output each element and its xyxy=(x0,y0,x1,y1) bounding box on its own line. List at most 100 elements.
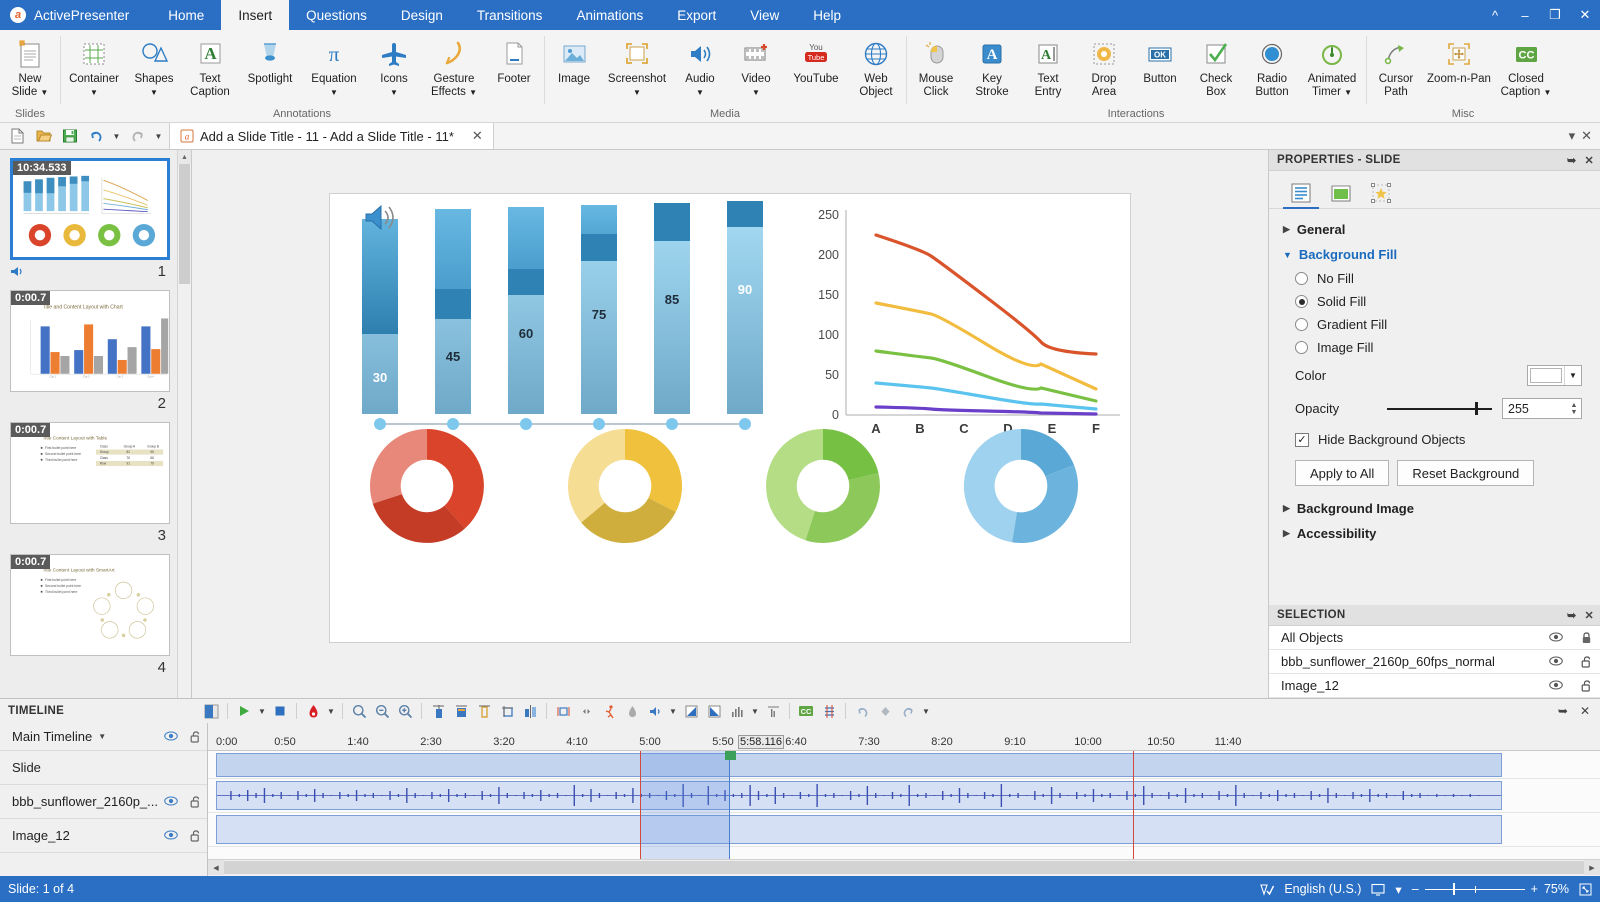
equalizer-button[interactable] xyxy=(726,701,748,721)
mouse-click-button[interactable]: Mouse Click xyxy=(908,34,964,98)
play-button[interactable] xyxy=(233,701,255,721)
audio-clip[interactable] xyxy=(216,781,1502,810)
animated-timer-button[interactable]: Animated Timer ▼ xyxy=(1300,34,1364,99)
record-options-caret-icon[interactable]: ▼ xyxy=(325,701,337,721)
document-tab[interactable]: a Add a Slide Title - 11 - Add a Slide T… xyxy=(170,123,494,149)
multi-series-line-chart[interactable]: 250200150 100500 AB C D E F xyxy=(818,208,1120,436)
slide-thumbnail-3[interactable]: 0:00.7 Title Content Layout with Table F… xyxy=(10,422,191,546)
lock-open-icon[interactable] xyxy=(190,730,201,743)
radio-no-fill[interactable]: No Fill xyxy=(1269,267,1600,290)
undo-timeline-button[interactable] xyxy=(851,701,873,721)
timeline-selected-range[interactable] xyxy=(640,751,730,859)
redo-dropdown-caret[interactable]: ▼ xyxy=(152,125,165,147)
tab-animations[interactable]: Animations xyxy=(559,0,660,30)
key-stroke-button[interactable]: A Key Stroke xyxy=(964,34,1020,98)
track-header-slide[interactable]: Slide xyxy=(0,751,207,785)
keyframe-nav-button[interactable] xyxy=(575,701,597,721)
chevron-down-icon[interactable]: ▼ xyxy=(633,88,641,97)
range-end-handle[interactable] xyxy=(725,751,736,760)
animate-button[interactable] xyxy=(598,701,620,721)
redo-arrow-icon[interactable] xyxy=(126,125,149,147)
main-timeline-selector[interactable]: Main Timeline ▼ xyxy=(0,723,207,751)
zoom-slider-knob[interactable] xyxy=(1452,883,1455,895)
tab-home[interactable]: Home xyxy=(151,0,221,30)
insert-time-button[interactable] xyxy=(427,701,449,721)
zoom-n-pan-button[interactable]: Zoom-n-Pan xyxy=(1424,34,1494,86)
record-button[interactable] xyxy=(302,701,324,721)
spell-check-icon[interactable] xyxy=(1260,883,1275,896)
check-box-button[interactable]: Check Box xyxy=(1188,34,1244,98)
selection-row-image[interactable]: Image_12 xyxy=(1269,674,1600,698)
track-header-audio[interactable]: bbb_sunflower_2160p_... xyxy=(0,785,207,819)
closed-caption-button[interactable]: CC xyxy=(795,701,817,721)
equation-button[interactable]: π Equation ▼ xyxy=(302,34,366,99)
tab-transitions[interactable]: Transitions xyxy=(460,0,560,30)
slide-canvas[interactable]: 30 45 60 75 85 90 250 200 150 100 50 0 A… xyxy=(330,194,1130,642)
youtube-button[interactable]: You Tube YouTube xyxy=(784,34,848,86)
visibility-eye-icon[interactable] xyxy=(164,731,178,743)
timeline-more-caret-icon[interactable]: ▼ xyxy=(920,701,932,721)
visibility-eye-icon[interactable] xyxy=(1549,632,1563,644)
undo-dropdown-caret[interactable]: ▼ xyxy=(110,125,123,147)
chevron-down-icon[interactable]: ▼ xyxy=(1344,88,1352,97)
timeline-row-image[interactable] xyxy=(208,813,1600,847)
screenshot-button[interactable]: Screenshot ▼ xyxy=(602,34,672,99)
properties-close-icon[interactable]: ✕ xyxy=(1584,154,1594,167)
slide-background-tab[interactable] xyxy=(1323,179,1359,209)
container-button[interactable]: Container ▼ xyxy=(62,34,126,99)
hide-background-objects-row[interactable]: ✓ Hide Background Objects xyxy=(1269,425,1600,454)
redo-timeline-button[interactable] xyxy=(897,701,919,721)
save-disk-icon[interactable] xyxy=(58,125,81,147)
opacity-slider-knob[interactable] xyxy=(1475,402,1479,415)
radio-image-fill[interactable]: Image Fill xyxy=(1269,336,1600,359)
view-caret-icon[interactable]: ▾ xyxy=(1395,882,1401,897)
minimize-icon[interactable]: – xyxy=(1510,0,1540,30)
hide-background-objects-checkbox[interactable]: ✓ xyxy=(1295,432,1309,447)
fade-in-button[interactable] xyxy=(680,701,702,721)
zoom-out-button[interactable] xyxy=(371,701,393,721)
slide-thumbnail-1[interactable]: 10:34.533 1 xyxy=(10,158,191,282)
scrollbar-thumb[interactable] xyxy=(179,164,190,284)
document-tab-close-icon[interactable]: ✕ xyxy=(470,128,485,144)
lock-open-icon[interactable] xyxy=(1581,679,1592,692)
slide-properties-tab[interactable] xyxy=(1283,179,1319,209)
timeline-row-slide[interactable] xyxy=(208,751,1600,779)
fit-screen-icon[interactable] xyxy=(1579,883,1592,896)
visibility-eye-icon[interactable] xyxy=(1549,656,1563,668)
selection-pin-icon[interactable]: ➥ xyxy=(1567,609,1577,622)
new-slide-button[interactable]: New Slide ▼ xyxy=(2,34,58,99)
slide-clip[interactable] xyxy=(216,753,1502,777)
split-button[interactable] xyxy=(519,701,541,721)
zoom-in-button[interactable] xyxy=(394,701,416,721)
maximize-icon[interactable]: ❐ xyxy=(1540,0,1570,30)
image-clip[interactable] xyxy=(216,815,1502,844)
timeline-ruler[interactable]: 0:00 0:50 1:40 2:30 3:20 4:10 5:00 5:50 … xyxy=(208,723,1600,751)
volume-button[interactable] xyxy=(644,701,666,721)
closed-caption-button[interactable]: CC Closed Caption ▼ xyxy=(1494,34,1558,99)
tab-view[interactable]: View xyxy=(733,0,796,30)
donut-chart-red[interactable] xyxy=(370,429,484,543)
language-label[interactable]: English (U.S.) xyxy=(1284,882,1361,896)
noise-reduction-button[interactable] xyxy=(762,701,784,721)
video-button[interactable]: Video ▼ xyxy=(728,34,784,99)
selection-close-icon[interactable]: ✕ xyxy=(1584,609,1594,622)
chevron-down-icon[interactable]: ▼ xyxy=(752,88,760,97)
timeline-tracks-area[interactable]: 0:00 0:50 1:40 2:30 3:20 4:10 5:00 5:50 … xyxy=(208,723,1600,876)
new-document-icon[interactable] xyxy=(6,125,29,147)
radio-button-button[interactable]: Radio Button xyxy=(1244,34,1300,98)
volume-caret-icon[interactable]: ▼ xyxy=(667,701,679,721)
sync-button[interactable] xyxy=(818,701,840,721)
visibility-eye-icon[interactable] xyxy=(164,796,178,808)
join-button[interactable] xyxy=(552,701,574,721)
tab-design[interactable]: Design xyxy=(384,0,460,30)
delete-time-button[interactable] xyxy=(450,701,472,721)
keyframe-diamond-button[interactable] xyxy=(874,701,896,721)
spotlight-button[interactable]: Spotlight xyxy=(238,34,302,86)
color-dropdown-caret-icon[interactable]: ▼ xyxy=(1564,366,1581,385)
donut-chart-yellow[interactable] xyxy=(567,429,683,544)
properties-pin-icon[interactable]: ➥ xyxy=(1567,154,1577,167)
gesture-effects-button[interactable]: Gesture Effects ▼ xyxy=(422,34,486,99)
visibility-eye-icon[interactable] xyxy=(1549,680,1563,692)
lock-open-icon[interactable] xyxy=(190,829,201,842)
slide-4-preview[interactable]: 0:00.7 Title Content Layout with SmartAr… xyxy=(10,554,170,656)
